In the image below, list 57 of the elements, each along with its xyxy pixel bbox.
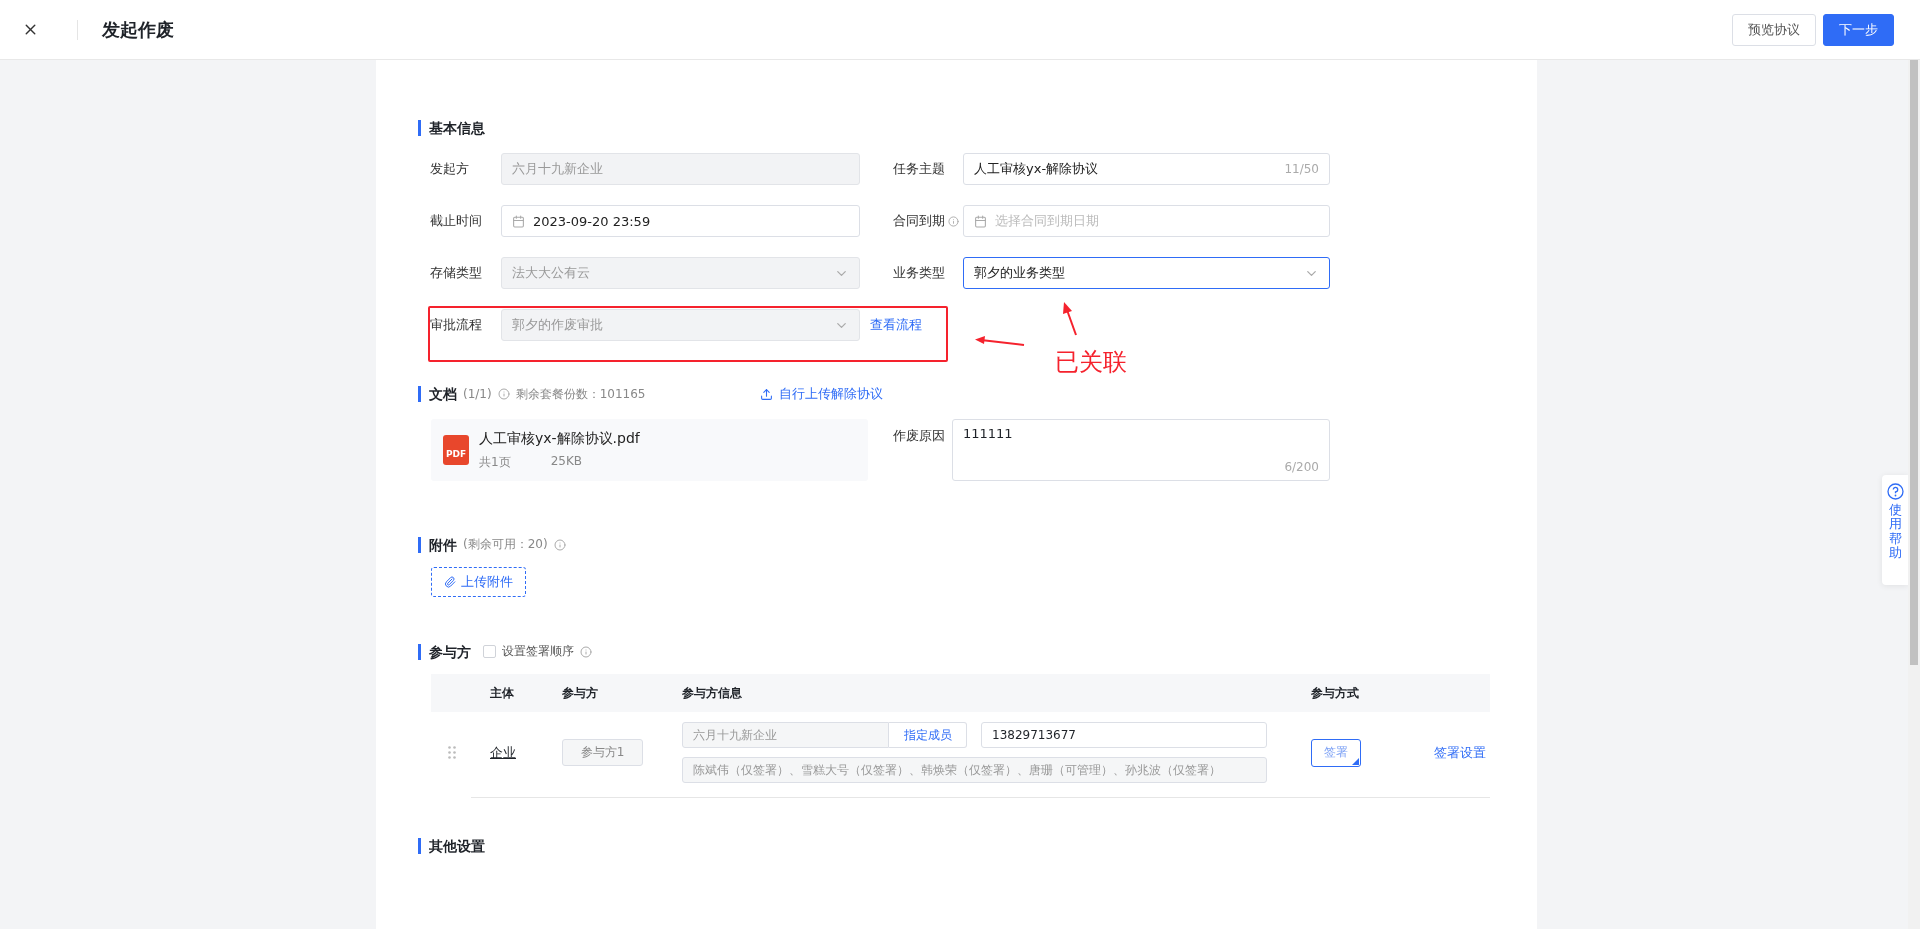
drag-handle-icon[interactable]	[448, 746, 456, 759]
field-label: 截止时间	[430, 212, 482, 230]
members-field: 陈斌伟（仅签署）、雪糕大号（仅签署）、韩焕荣（仅签署）、唐珊（可管理）、孙兆波（仅签署）	[682, 757, 1267, 783]
section-title: 基本信息	[418, 120, 485, 136]
column-header: 参与方	[562, 684, 599, 702]
entity-link[interactable]: 企业	[490, 743, 562, 762]
column-header: 参与方信息	[682, 684, 743, 702]
calendar-icon	[512, 214, 525, 228]
info-icon	[497, 388, 510, 400]
column-header: 参与方式	[1311, 684, 1360, 702]
info-icon	[580, 645, 592, 658]
field-label: 审批流程	[430, 316, 482, 334]
help-tab[interactable]: 使用帮助	[1882, 475, 1908, 585]
reason-textarea[interactable]: 111111 6/200	[952, 419, 1330, 481]
annotation-arrow	[975, 336, 1025, 346]
field-label: 任务主题	[893, 160, 945, 178]
checkbox-label: 设置签署顺序	[502, 643, 574, 660]
checkbox[interactable]	[483, 645, 496, 658]
page-title: 发起作废	[102, 17, 175, 42]
section-title: 附件	[418, 536, 457, 553]
phone-field[interactable]: 13829713677	[981, 722, 1267, 748]
section-title: 其他设置	[418, 838, 485, 854]
scrollbar[interactable]	[1908, 60, 1920, 929]
paperclip-icon	[444, 576, 456, 588]
date-field[interactable]: 2023-09-20 23:59	[501, 205, 860, 237]
select-field[interactable]: 郭夕的业务类型	[963, 257, 1330, 289]
upload-agreement-link[interactable]: 自行上传解除协议	[778, 385, 883, 403]
section-title: 参与方	[418, 643, 471, 660]
field-label: 合同到期	[893, 212, 945, 230]
assign-member-button[interactable]: 指定成员	[889, 722, 967, 748]
upload-attachment-button[interactable]: 上传附件	[431, 567, 526, 597]
field-label: 业务类型	[893, 264, 945, 282]
next-button[interactable]: 下一步	[1823, 13, 1894, 46]
info-icon	[553, 538, 566, 551]
section-title: 文档	[418, 386, 457, 402]
sign-settings-link[interactable]: 签署设置	[1434, 743, 1490, 762]
annotation-arrow	[1063, 302, 1077, 336]
sign-mode-button[interactable]: 签署	[1311, 738, 1361, 767]
input-field[interactable]: 人工审核yx-解除协议 11/50	[963, 153, 1330, 185]
field-label: 存储类型	[430, 264, 482, 282]
question-icon	[1886, 483, 1904, 500]
company-field: 六月十九新企业	[682, 722, 889, 748]
annotation-text: 已关联	[1055, 347, 1127, 378]
quota-text: 剩余套餐份数：101165	[515, 385, 646, 403]
field-label: 作废原因	[893, 427, 945, 445]
column-header: 主体	[490, 684, 515, 702]
calendar-icon	[974, 214, 987, 228]
field-label: 发起方	[430, 160, 469, 178]
attachment-note: (剩余可用：20)	[463, 536, 548, 553]
upload-icon	[759, 387, 773, 401]
document-count: (1/1)	[463, 387, 492, 401]
party-field: 参与方1	[562, 739, 643, 766]
file-size: 25KB	[550, 453, 582, 470]
pdf-icon: PDF	[443, 435, 469, 465]
page-count: 共1页	[479, 453, 511, 471]
preview-button[interactable]: 预览协议	[1732, 13, 1816, 46]
file-name: 人工审核yx-解除协议.pdf	[479, 429, 640, 448]
